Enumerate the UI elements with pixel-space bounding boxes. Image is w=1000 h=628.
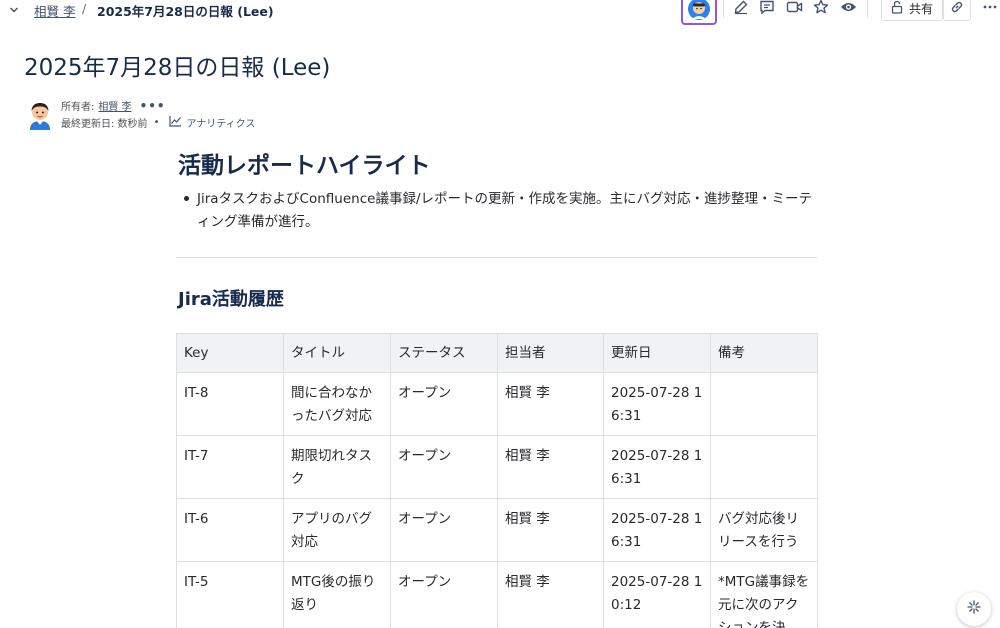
cell-updated: 2025-07-28 16:31 <box>603 372 711 436</box>
more-icon <box>982 0 998 19</box>
sparkle-icon <box>966 599 982 619</box>
cell-notes <box>710 372 818 436</box>
cell-assignee: 相賢 李 <box>497 372 604 436</box>
video-icon <box>786 0 803 19</box>
edit-button[interactable] <box>731 0 751 19</box>
cell-status: オープン <box>390 435 498 499</box>
cell-title: 期限切れタスク <box>283 435 391 499</box>
section-heading-highlights: 活動レポートハイライト <box>178 153 431 179</box>
cell-title: アプリのバグ対応 <box>283 498 391 562</box>
link-icon <box>950 0 964 18</box>
cell-title: 間に合わなかったバグ対応 <box>283 372 391 436</box>
cell-key: IT-5 <box>176 561 284 628</box>
current-user-avatar-button[interactable] <box>681 0 717 25</box>
divider <box>176 257 817 258</box>
star-button[interactable] <box>811 0 831 19</box>
ai-assistant-button[interactable] <box>957 592 991 626</box>
bullet-point <box>184 196 189 201</box>
cell-assignee: 相賢 李 <box>497 498 604 562</box>
more-actions-button[interactable] <box>980 0 1000 19</box>
cell-updated: 2025-07-28 16:31 <box>603 498 711 562</box>
owner-avatar[interactable] <box>26 100 54 130</box>
table-row: IT-6 アプリのバグ対応 オープン 相賢 李 2025-07-28 16:31… <box>176 498 818 562</box>
copy-link-button[interactable] <box>943 0 971 21</box>
owner-more-button[interactable]: ••• <box>140 99 166 113</box>
watch-icon <box>840 0 857 19</box>
table-row: IT-5 MTG後の振り返り オープン 相賢 李 2025-07-28 10:1… <box>176 561 818 628</box>
cell-title: MTG後の振り返り <box>283 561 391 628</box>
column-header-title: タイトル <box>283 333 391 373</box>
jira-activity-table: Key タイトル ステータス 担当者 更新日 備考 IT-8 間に合わなかったバ… <box>176 333 818 628</box>
watch-button[interactable] <box>838 0 858 19</box>
cell-updated: 2025-07-28 16:31 <box>603 435 711 499</box>
cell-key: IT-7 <box>176 435 284 499</box>
breadcrumb-parent-link[interactable]: 相賢 李 <box>34 1 75 20</box>
top-bar: 相賢 李 / 2025年7月28日の日報 (Lee) 共有 <box>0 0 1000 25</box>
owner-row: 所有者: 相賢 李 ••• <box>61 98 166 114</box>
video-button[interactable] <box>784 0 804 19</box>
comment-button[interactable] <box>757 0 777 19</box>
updated-row: 最終更新日: 数秒前 • アナリティクス <box>61 115 255 130</box>
cell-notes: バグ対応後リリースを行う <box>710 498 818 562</box>
column-header-updated: 更新日 <box>603 333 711 373</box>
column-header-notes: 備考 <box>710 333 818 373</box>
comment-icon <box>759 0 775 19</box>
cell-assignee: 相賢 李 <box>497 435 604 499</box>
cell-status: オープン <box>390 372 498 436</box>
table-row: IT-7 期限切れタスク オープン 相賢 李 2025-07-28 16:31 <box>176 435 818 499</box>
star-icon <box>813 0 829 19</box>
last-updated-text: 最終更新日: 数秒前 <box>61 119 148 130</box>
column-header-key: Key <box>176 333 284 373</box>
cell-notes <box>710 435 818 499</box>
owner-label: 所有者: <box>61 102 95 113</box>
unlock-icon <box>891 0 903 17</box>
highlight-bullet-text: JiraタスクおよびConfluence議事録/レポートの更新・作成を実施。主に… <box>197 191 812 230</box>
analytics-chart-icon <box>169 115 182 130</box>
cell-status: オープン <box>390 498 498 562</box>
share-button[interactable]: 共有 <box>881 0 943 21</box>
edit-icon <box>733 0 749 19</box>
table-header-row: Key タイトル ステータス 担当者 更新日 備考 <box>176 333 818 373</box>
share-label: 共有 <box>908 2 933 16</box>
cell-key: IT-6 <box>176 498 284 562</box>
cell-updated: 2025-07-28 10:12 <box>603 561 711 628</box>
section-heading-jira: Jira活動履歴 <box>178 289 284 310</box>
user-avatar-icon <box>687 0 711 25</box>
owner-name-link[interactable]: 相賢 李 <box>98 98 131 113</box>
breadcrumb-current-page: 2025年7月28日の日報 (Lee) <box>97 4 274 19</box>
analytics-label: アナリティクス <box>186 119 256 130</box>
cell-status: オープン <box>390 561 498 628</box>
meta-dot: • <box>153 117 160 128</box>
analytics-link[interactable]: アナリティクス <box>169 115 255 130</box>
toolbar-divider <box>867 0 868 18</box>
breadcrumb-separator: / <box>82 1 87 16</box>
collapse-chevron-button[interactable] <box>6 1 22 17</box>
cell-notes: *MTG議事録を元に次のアクションを決 <box>710 561 818 628</box>
toolbar-divider <box>723 0 724 18</box>
column-header-status: ステータス <box>390 333 498 373</box>
column-header-assignee: 担当者 <box>497 333 604 373</box>
page-title: 2025年7月28日の日報 (Lee) <box>24 55 331 81</box>
cell-assignee: 相賢 李 <box>497 561 604 628</box>
table-row: IT-8 間に合わなかったバグ対応 オープン 相賢 李 2025-07-28 1… <box>176 372 818 436</box>
cell-key: IT-8 <box>176 372 284 436</box>
chevron-down-icon <box>9 0 19 19</box>
